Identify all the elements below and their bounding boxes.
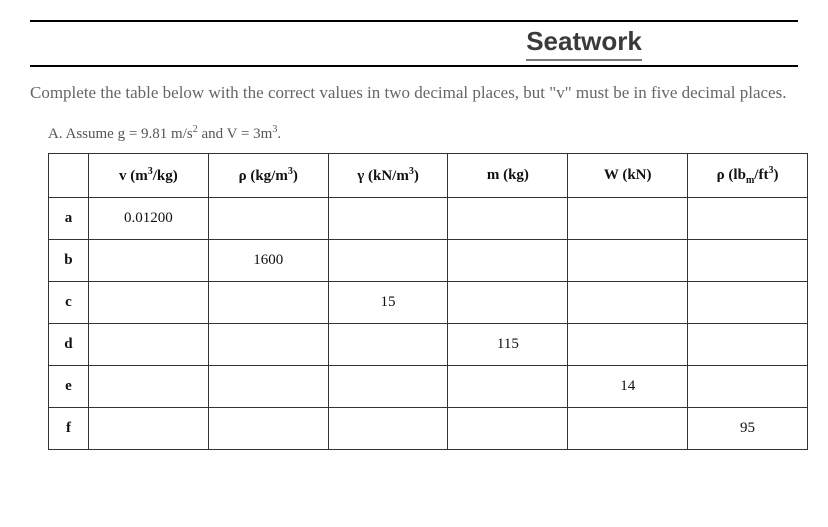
cell-W: [568, 407, 688, 449]
cell-m: [448, 365, 568, 407]
cell-rho: [208, 281, 328, 323]
cell-rhoi: [688, 281, 808, 323]
cell-rhoi: [688, 365, 808, 407]
row-label: b: [49, 239, 89, 281]
cell-v: 0.01200: [88, 197, 208, 239]
table-row: a 0.01200: [49, 197, 808, 239]
h-ri-b: /ft: [754, 167, 768, 183]
title-rule: Seatwork: [30, 20, 798, 67]
cell-rho: [208, 323, 328, 365]
row-label: a: [49, 197, 89, 239]
cell-v: [88, 365, 208, 407]
table-row: b 1600: [49, 239, 808, 281]
cell-m: [448, 239, 568, 281]
cell-gamma: [328, 365, 448, 407]
cell-v: [88, 407, 208, 449]
table-row: d 115: [49, 323, 808, 365]
row-label: e: [49, 365, 89, 407]
assume-prefix: A. Assume g = 9.81 m/s: [48, 126, 193, 142]
cell-rhoi: [688, 239, 808, 281]
header-W: W (kN): [568, 153, 688, 197]
cell-v: [88, 281, 208, 323]
cell-m: [448, 407, 568, 449]
table-row: e 14: [49, 365, 808, 407]
header-blank: [49, 153, 89, 197]
header-m: m (kg): [448, 153, 568, 197]
assume-mid: and V = 3m: [198, 126, 273, 142]
cell-v: [88, 323, 208, 365]
header-rhoi: ρ (lbm/ft3): [688, 153, 808, 197]
header-row: v (m3/kg) ρ (kg/m3) γ (kN/m3) m (kg) W (…: [49, 153, 808, 197]
cell-rho: 1600: [208, 239, 328, 281]
cell-gamma: [328, 239, 448, 281]
cell-W: 14: [568, 365, 688, 407]
assume-suffix: .: [277, 126, 281, 142]
header-v: v (m3/kg): [88, 153, 208, 197]
table-row: f 95: [49, 407, 808, 449]
cell-m: [448, 197, 568, 239]
cell-rho: [208, 407, 328, 449]
cell-rhoi: [688, 197, 808, 239]
h-ri-a: ρ (lb: [717, 167, 746, 183]
cell-gamma: [328, 323, 448, 365]
cell-gamma: [328, 197, 448, 239]
table-body: a 0.01200 b 1600 c 15 d: [49, 197, 808, 449]
cell-gamma: 15: [328, 281, 448, 323]
cell-m: [448, 281, 568, 323]
cell-rho: [208, 365, 328, 407]
h-ri-c: ): [773, 167, 778, 183]
h-g-a: γ (kN/m: [357, 168, 409, 184]
table-row: c 15: [49, 281, 808, 323]
cell-v: [88, 239, 208, 281]
h-v-a: v (m: [119, 168, 148, 184]
assumption-line: A. Assume g = 9.81 m/s2 and V = 3m3.: [48, 124, 798, 143]
cell-W: [568, 197, 688, 239]
page-title: Seatwork: [526, 26, 642, 61]
instructions-text: Complete the table below with the correc…: [30, 81, 798, 106]
h-v-b: /kg): [153, 168, 178, 184]
row-label: c: [49, 281, 89, 323]
data-table: v (m3/kg) ρ (kg/m3) γ (kN/m3) m (kg) W (…: [48, 153, 808, 450]
header-gamma: γ (kN/m3): [328, 153, 448, 197]
header-rho: ρ (kg/m3): [208, 153, 328, 197]
h-r-a: ρ (kg/m: [239, 168, 288, 184]
row-label: f: [49, 407, 89, 449]
cell-rhoi: [688, 323, 808, 365]
h-g-b: ): [414, 168, 419, 184]
row-label: d: [49, 323, 89, 365]
cell-m: 115: [448, 323, 568, 365]
cell-gamma: [328, 407, 448, 449]
cell-rho: [208, 197, 328, 239]
cell-W: [568, 239, 688, 281]
h-r-b: ): [293, 168, 298, 184]
cell-rhoi: 95: [688, 407, 808, 449]
cell-W: [568, 281, 688, 323]
cell-W: [568, 323, 688, 365]
